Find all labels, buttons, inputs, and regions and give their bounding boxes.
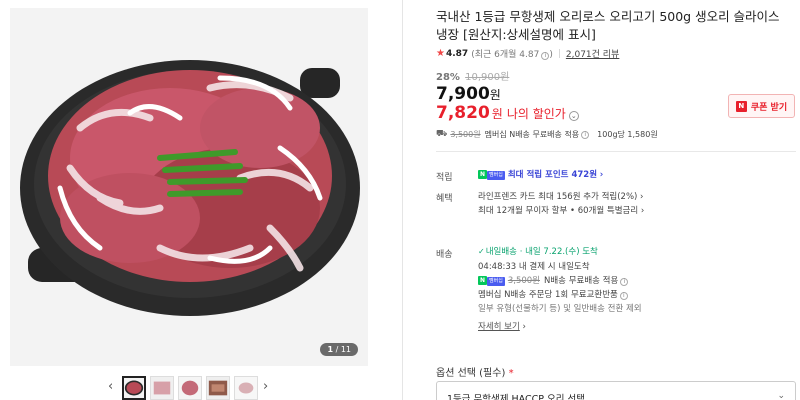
info-icon[interactable]: i xyxy=(619,292,628,300)
coupon-button[interactable]: N 쿠폰 받기 xyxy=(728,94,795,118)
thumbnail-prev-arrow-icon[interactable]: ‹ xyxy=(108,380,113,394)
chevron-down-icon: ⌄ xyxy=(777,391,785,400)
thumbnail[interactable] xyxy=(206,376,230,400)
npay-badge: N xyxy=(478,170,488,179)
chevron-right-icon: › xyxy=(599,170,604,180)
thumbnail-next-arrow-icon[interactable]: › xyxy=(263,380,268,394)
delivery-exclude: 일부 유형(선물하기 등) 및 일반배송 전환 제외 xyxy=(478,304,642,314)
my-discount-price[interactable]: 7,820 원 나의 할인가 ⌄ xyxy=(436,103,579,123)
product-title: 국내산 1등급 무항생제 오리로스 오리고기 500g 생오리 슬라이스 냉장 … xyxy=(436,9,780,42)
delivery-countdown: 04:48:33 내 결제 시 내일도착 xyxy=(478,262,590,272)
option-label: 옵션 선택 (필수) * xyxy=(436,368,514,379)
coupon-icon: N xyxy=(735,100,747,112)
thumbnail[interactable] xyxy=(178,376,202,400)
duck-meat-photo xyxy=(10,8,368,366)
original-price: 10,900원 xyxy=(465,72,510,83)
chevron-down-icon[interactable]: ⌄ xyxy=(568,111,579,121)
unit-price: 100g당 1,580원 xyxy=(597,130,658,139)
points-label: 적립 xyxy=(436,173,453,183)
benefits-label: 혜택 xyxy=(436,194,453,204)
benefit-installment[interactable]: 최대 12개월 무이자 할부 • 60개월 특별금리 › xyxy=(478,204,644,218)
delivery-free: N 멤버십 3,500원 N배송 무료배송 적용 i xyxy=(478,274,629,288)
review-count-link[interactable]: 2,071건 리뷰 xyxy=(566,47,619,60)
section-divider xyxy=(436,151,796,152)
main-product-image[interactable]: 1 / 11 xyxy=(10,8,368,366)
delivery-exchange: 멤버십 N배송 주문당 1회 무료교환반품 i xyxy=(478,288,628,302)
delivery-icon: ✓ xyxy=(478,247,485,256)
discount-rate: 28% xyxy=(436,72,460,83)
option-select[interactable]: 1등급 무항생제 HACCP 오리 선택 ⌄ xyxy=(436,381,796,400)
rating-row: ★ 4.87 (최근 6개월 4.87 i) | 2,071건 리뷰 xyxy=(436,47,620,60)
delivery-more-link[interactable]: 자세히 보기 › xyxy=(478,320,526,334)
thumbnail[interactable] xyxy=(234,376,258,400)
delivery-label: 배송 xyxy=(436,250,453,260)
image-counter: 1 / 11 xyxy=(320,343,358,356)
sale-price: 7,900원 xyxy=(436,84,501,104)
rating-score: 4.87 xyxy=(445,48,469,59)
info-icon[interactable]: i xyxy=(581,130,590,139)
discount-row: 28% 10,900원 xyxy=(436,68,509,83)
rating-recent: (최근 6개월 4.87 i) xyxy=(471,50,553,60)
thumbnail[interactable] xyxy=(122,376,146,400)
thumbnail[interactable] xyxy=(150,376,174,400)
chevron-right-icon: › xyxy=(522,322,526,332)
column-divider xyxy=(402,0,403,400)
chevron-right-icon: › xyxy=(640,206,645,216)
points-row[interactable]: N 멤버십 최대 적립 포인트 472원 › xyxy=(478,168,603,182)
shipping-summary: ⛟ 3,500원 멤버십 N배송 무료배송 적용 i 100g당 1,580원 xyxy=(436,129,658,139)
chevron-right-icon: › xyxy=(640,192,644,202)
membership-badge: 멤버십 xyxy=(487,171,505,180)
star-icon: ★ xyxy=(436,48,445,59)
info-icon[interactable]: i xyxy=(620,278,629,286)
delivery-tag-row: ✓내일배송 · 내일 7.22.(수) 도착 xyxy=(478,247,598,257)
truck-icon: ⛟ xyxy=(436,129,448,139)
thumbnail-strip xyxy=(122,376,258,400)
benefit-card[interactable]: 라인프렌즈 카드 최대 156원 추가 적립(2%) › xyxy=(478,190,643,204)
